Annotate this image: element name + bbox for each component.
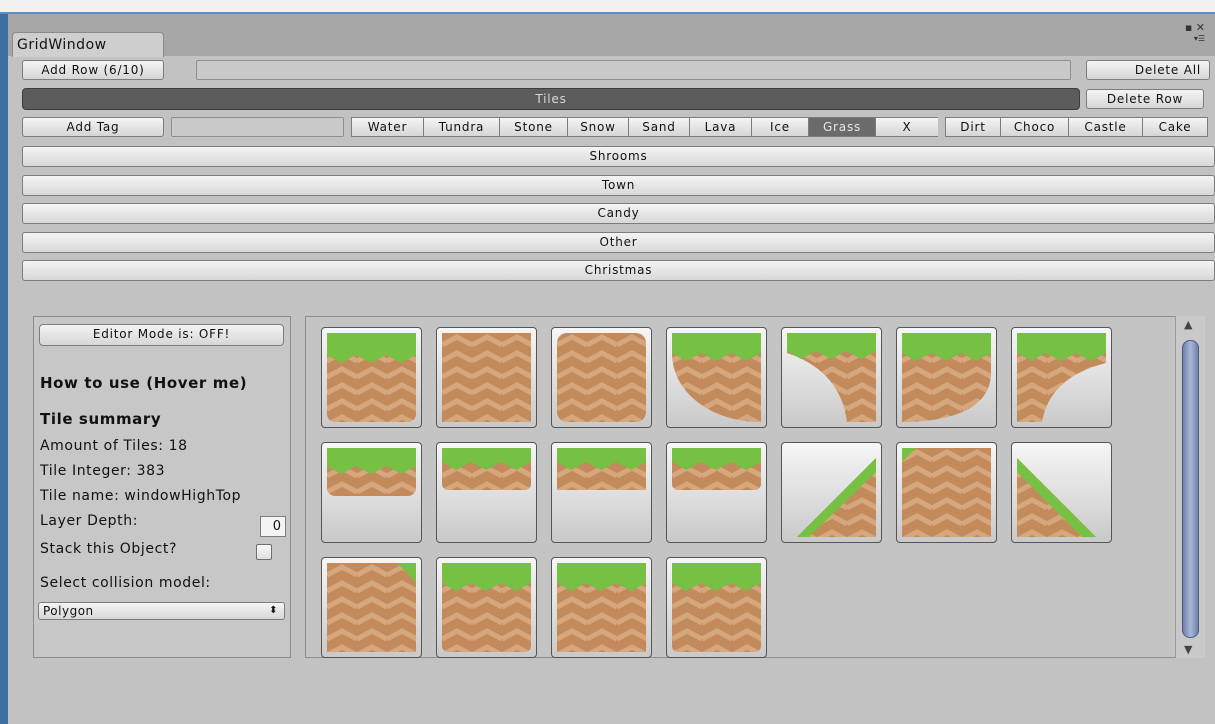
tile-info-panel: Editor Mode is: OFF! How to use (Hover m… bbox=[33, 316, 291, 658]
tag-castle[interactable]: Castle bbox=[1068, 117, 1142, 137]
foldout-town[interactable]: Town bbox=[22, 175, 1215, 196]
tag-cake[interactable]: Cake bbox=[1142, 117, 1208, 137]
tag-snow[interactable]: Snow bbox=[567, 117, 628, 137]
delete-all-button[interactable]: Delete All bbox=[1086, 60, 1210, 80]
stack-object-checkbox[interactable] bbox=[256, 544, 272, 560]
tile-image bbox=[787, 333, 876, 422]
tile-image bbox=[1017, 458, 1096, 537]
tile-grid bbox=[305, 316, 1205, 658]
stack-object-label: Stack this Object? bbox=[40, 541, 178, 557]
add-tag-input[interactable] bbox=[171, 117, 344, 137]
tile-integer: Tile Integer: 383 bbox=[40, 463, 166, 479]
tile-dirt-block[interactable] bbox=[436, 327, 537, 428]
tile-grass-round-right[interactable] bbox=[781, 327, 882, 428]
tile-grass-top-full[interactable] bbox=[436, 557, 537, 658]
scroll-down-icon[interactable]: ▼ bbox=[1184, 643, 1192, 656]
scroll-up-icon[interactable]: ▲ bbox=[1184, 318, 1192, 331]
tile-grass-top-right-round[interactable] bbox=[666, 442, 767, 543]
add-row-button[interactable]: Add Row (6/10) bbox=[22, 60, 164, 80]
add-row-input[interactable] bbox=[196, 60, 1071, 80]
collision-model-label: Select collision model: bbox=[40, 575, 211, 591]
tag-sand[interactable]: Sand bbox=[628, 117, 689, 137]
tile-image bbox=[327, 333, 416, 422]
collision-model-select[interactable]: Polygon ⬍ bbox=[38, 602, 285, 620]
tile-image bbox=[442, 333, 531, 422]
tile-image bbox=[557, 333, 646, 422]
tag-lava[interactable]: Lava bbox=[689, 117, 751, 137]
tile-image bbox=[557, 448, 646, 490]
tile-image bbox=[902, 333, 991, 422]
tile-grass-top-rounded[interactable] bbox=[321, 442, 422, 543]
tile-grass-slope-diagonal-block[interactable] bbox=[896, 442, 997, 543]
tag-grass[interactable]: Grass bbox=[808, 117, 875, 137]
tiles-row-header[interactable]: Tiles bbox=[22, 88, 1080, 110]
tile-image bbox=[672, 448, 761, 490]
tile-grass-half-curve[interactable] bbox=[896, 327, 997, 428]
tab-strip: GridWindow ▪ ✕ ▾☰ bbox=[8, 14, 1215, 57]
tile-grass-top-left-round[interactable] bbox=[666, 557, 767, 658]
foldout-christmas[interactable]: Christmas bbox=[22, 260, 1215, 281]
tile-grass-top-flat[interactable] bbox=[551, 442, 652, 543]
tile-image bbox=[672, 563, 761, 652]
tile-summary-heading: Tile summary bbox=[40, 410, 162, 428]
tag-bar: Water Tundra Stone Snow Sand Lava Ice Gr… bbox=[351, 117, 1215, 137]
grid-window: GridWindow ▪ ✕ ▾☰ Add Row (6/10) Delete … bbox=[8, 14, 1215, 724]
layer-depth-label: Layer Depth: bbox=[40, 513, 139, 529]
tile-image bbox=[327, 448, 416, 496]
tab-gridwindow[interactable]: GridWindow bbox=[12, 32, 164, 57]
tile-grass-top-right-edge[interactable] bbox=[436, 442, 537, 543]
tag-choco[interactable]: Choco bbox=[1000, 117, 1068, 137]
delete-row-button[interactable]: Delete Row bbox=[1086, 89, 1204, 109]
tile-grass-round-left[interactable] bbox=[666, 327, 767, 428]
foldout-other[interactable]: Other bbox=[22, 232, 1215, 253]
amount-of-tiles: Amount of Tiles: 18 bbox=[40, 438, 188, 454]
foldout-candy[interactable]: Candy bbox=[22, 203, 1215, 224]
tile-image bbox=[672, 333, 761, 422]
tile-image bbox=[1017, 333, 1106, 422]
tile-image bbox=[557, 563, 646, 652]
how-to-use-label[interactable]: How to use (Hover me) bbox=[40, 374, 247, 392]
tag-stone[interactable]: Stone bbox=[499, 117, 567, 137]
layer-depth-input[interactable]: 0 bbox=[260, 516, 286, 537]
tile-image bbox=[797, 458, 876, 537]
tile-dirt-corner-grass[interactable] bbox=[321, 557, 422, 658]
host-titlebar bbox=[0, 0, 1215, 12]
tag-tundra[interactable]: Tundra bbox=[423, 117, 499, 137]
tile-name: Tile name: windowHighTop bbox=[40, 488, 242, 504]
tile-grass-block[interactable] bbox=[321, 327, 422, 428]
select-arrows-icon: ⬍ bbox=[269, 605, 278, 616]
tile-image bbox=[442, 563, 531, 652]
grid-scrollbar[interactable]: ▲ ▼ bbox=[1175, 316, 1205, 658]
tag-ice[interactable]: Ice bbox=[751, 117, 808, 137]
scroll-thumb[interactable] bbox=[1182, 340, 1199, 638]
tile-dirt-rounded[interactable] bbox=[551, 327, 652, 428]
tag-water[interactable]: Water bbox=[351, 117, 423, 137]
collision-model-value: Polygon bbox=[43, 604, 94, 618]
maximize-icon[interactable]: ▪ bbox=[1185, 21, 1192, 34]
foldout-shrooms[interactable]: Shrooms bbox=[22, 146, 1215, 167]
tile-image bbox=[327, 563, 416, 652]
add-tag-button[interactable]: Add Tag bbox=[22, 117, 164, 137]
tile-image bbox=[902, 448, 991, 537]
menu-icon[interactable]: ▾☰ bbox=[1185, 33, 1205, 44]
tag-dirt[interactable]: Dirt bbox=[945, 117, 1000, 137]
tile-grass-slope-right[interactable] bbox=[1011, 442, 1112, 543]
tile-grass-slope-left[interactable] bbox=[781, 442, 882, 543]
tile-grass-top-square[interactable] bbox=[551, 557, 652, 658]
editor-mode-button[interactable]: Editor Mode is: OFF! bbox=[39, 324, 284, 346]
tag-x[interactable]: X bbox=[875, 117, 938, 137]
tile-image bbox=[442, 448, 531, 490]
tile-grass-corner-curve[interactable] bbox=[1011, 327, 1112, 428]
window-controls: ▪ ✕ ▾☰ bbox=[1185, 22, 1205, 44]
